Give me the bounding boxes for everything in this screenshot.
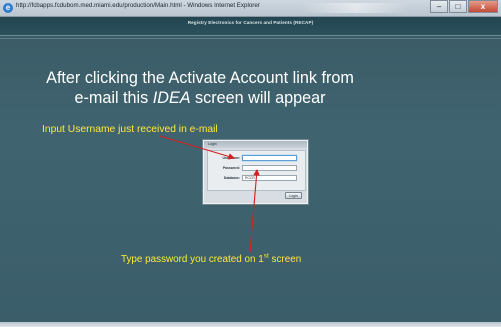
- password-instruction-start: Type password you created on 1: [121, 254, 264, 265]
- app-title: Registry Electronics for Cancers and Pat…: [187, 20, 314, 25]
- maximize-button[interactable]: □: [449, 0, 467, 13]
- database-row: Database:: [208, 174, 305, 182]
- password-input[interactable]: [242, 165, 297, 171]
- status-bar: [0, 322, 501, 327]
- password-row: Password:: [208, 164, 305, 172]
- login-button[interactable]: Login: [285, 192, 302, 199]
- minimize-button[interactable]: –: [430, 0, 448, 13]
- headline-idea-emphasis: IDEA: [152, 89, 191, 107]
- database-label: Database:: [223, 176, 240, 180]
- password-label: Password:: [222, 166, 240, 170]
- close-button[interactable]: x: [468, 0, 498, 13]
- window-controls: – □ x: [429, 0, 498, 14]
- login-form: Username: Password: Database:: [207, 150, 306, 191]
- headline-line-2-end: screen will appear: [190, 89, 326, 107]
- headline-line-2-start: e-mail this: [74, 89, 153, 107]
- username-label: Username:: [222, 156, 240, 160]
- headline-line-1: After clicking the Activate Account link…: [46, 69, 354, 87]
- headline-line-2: e-mail this IDEA screen will appear: [0, 88, 400, 108]
- browser-titlebar: e http://fcbapps.fcdubom.med.miami.edu/p…: [0, 0, 501, 17]
- username-instruction: Input Username just received in e-mail: [42, 124, 218, 135]
- window-title: http://fcbapps.fcdubom.med.miami.edu/pro…: [16, 2, 260, 9]
- username-input[interactable]: [242, 155, 297, 161]
- login-dialog: Login Username: Password: Database: Logi…: [203, 140, 308, 204]
- username-row: Username:: [208, 154, 305, 162]
- password-instruction-end: screen: [268, 254, 302, 265]
- internet-explorer-icon: e: [3, 3, 13, 13]
- app-header: Registry Electronics for Cancers and Pat…: [0, 17, 501, 36]
- password-instruction: Type password you created on 1st screen: [121, 253, 302, 265]
- header-divider: [0, 38, 501, 39]
- database-input[interactable]: [242, 175, 297, 181]
- headline-annotation: After clicking the Activate Account link…: [0, 68, 400, 108]
- login-dialog-title: Login: [204, 141, 307, 148]
- titlebar-highlight: [300, 3, 410, 13]
